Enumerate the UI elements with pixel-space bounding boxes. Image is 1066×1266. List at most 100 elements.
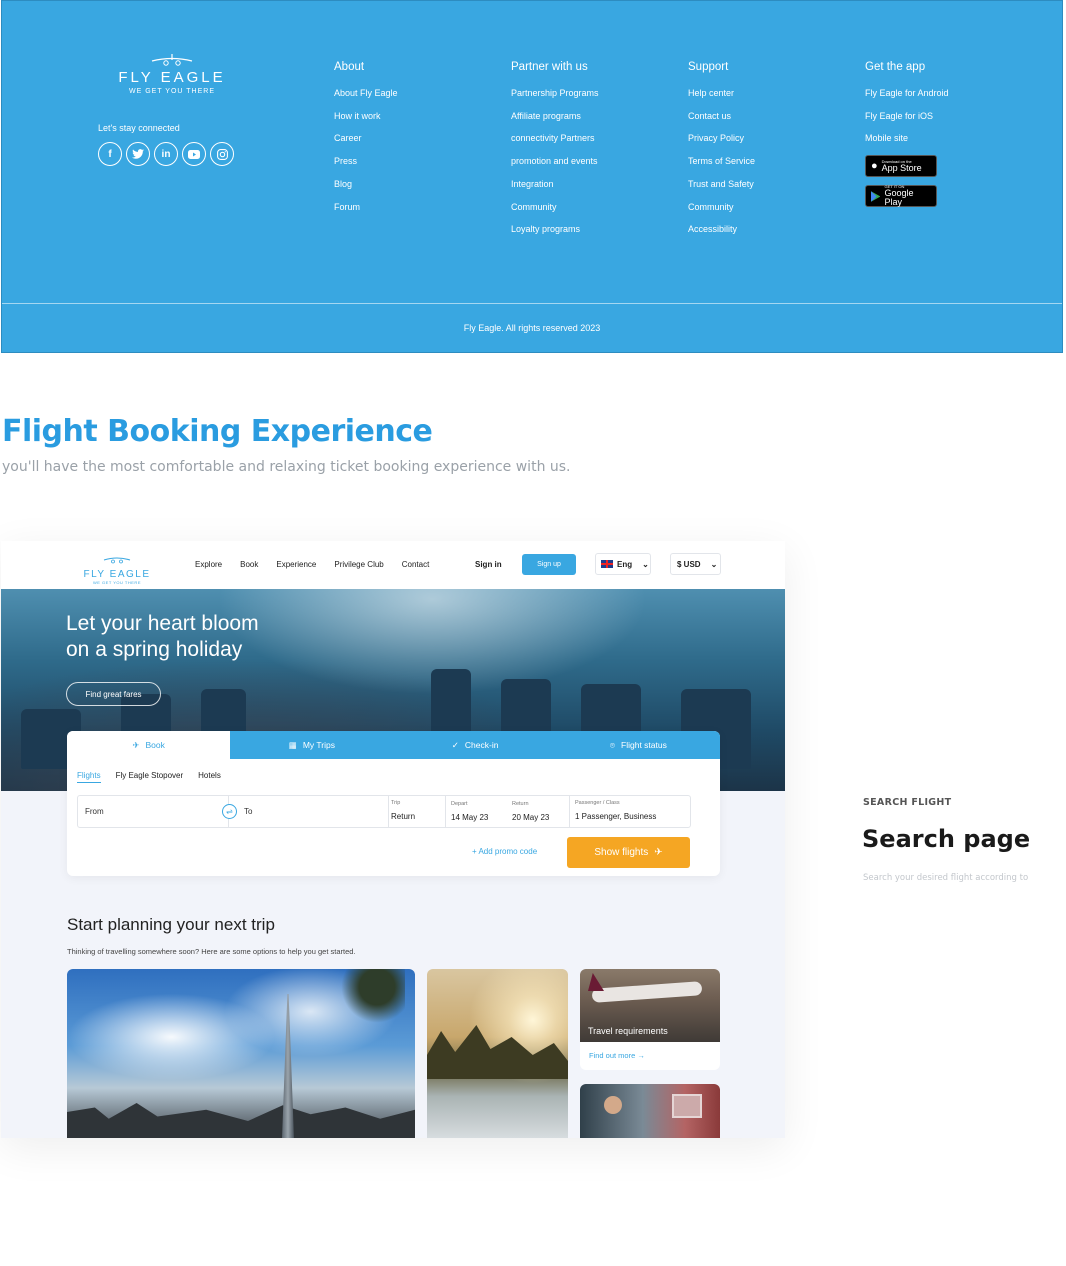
footer-link-mobile-site[interactable]: Mobile site [865, 127, 949, 150]
footer-link-android[interactable]: Fly Eagle for Android [865, 82, 949, 105]
subtab-hotels[interactable]: Hotels [198, 771, 221, 783]
date-range[interactable]: Depart 14 May 23 Return 20 May 23 [446, 796, 570, 827]
uk-flag-icon [601, 560, 613, 568]
social-links: f in [98, 142, 234, 166]
section-title: Flight Booking Experience [2, 414, 433, 449]
footer-column-support: Support Help center Contact us Privacy P… [688, 61, 755, 241]
sign-in-link[interactable]: Sign in [475, 560, 502, 569]
tab-check-in[interactable]: ✓ Check-in [393, 731, 557, 759]
footer-tagline: WE GET YOU THERE [128, 88, 215, 95]
instagram-icon[interactable] [210, 142, 234, 166]
copyright: Fly Eagle. All rights reserved 2023 [463, 323, 601, 333]
hero-title-line-2: on a spring holiday [66, 638, 243, 661]
tab-label: Book [145, 740, 165, 750]
cabin-experience-image[interactable] [580, 1084, 720, 1138]
travel-requirements-caption: Travel requirements [588, 1026, 668, 1036]
app-store-big: App Store [881, 162, 922, 173]
footer-link-press[interactable]: Press [334, 150, 398, 173]
footer-link-promotion[interactable]: promotion and events [511, 150, 599, 173]
app-store-badge[interactable]: ● Download on the App Store [865, 155, 937, 178]
search-page-title: Search page [862, 825, 1031, 853]
from-field[interactable]: From [78, 796, 229, 827]
footer-link-trust-safety[interactable]: Trust and Safety [688, 173, 755, 196]
beach-destination-image[interactable] [427, 969, 568, 1138]
footer-logo[interactable]: FLY EAGLE WE GET YOU THERE [97, 53, 247, 95]
passenger-select[interactable]: Passenger / Class 1 Passenger, Business [570, 796, 691, 827]
depart-value: 14 May 23 [451, 813, 489, 822]
footer-link-affiliate[interactable]: Affiliate programs [511, 105, 599, 128]
plane-logo-icon [103, 557, 131, 564]
google-play-badge[interactable]: GET IT ON Google Play [865, 185, 937, 208]
tab-label: Flight status [621, 740, 667, 750]
language-select[interactable]: Eng ⌄ [595, 553, 651, 575]
footer: FLY EAGLE WE GET YOU THERE Let's stay co… [1, 0, 1063, 353]
tab-label: Check-in [464, 740, 499, 750]
booking-subtabs: Flights Fly Eagle Stopover Hotels [67, 771, 720, 783]
subtab-flights[interactable]: Flights [77, 771, 101, 783]
find-out-more-link[interactable]: Find out more → [589, 1051, 645, 1060]
tab-label: My Trips [302, 740, 335, 750]
nav-privilege-club[interactable]: Privilege Club [334, 560, 383, 569]
footer-link-terms[interactable]: Terms of Service [688, 150, 755, 173]
footer-link-blog[interactable]: Blog [334, 173, 398, 196]
nav-contact[interactable]: Contact [402, 560, 430, 569]
footer-column-title: Get the app [865, 61, 926, 73]
footer-link-integration[interactable]: Integration [511, 173, 599, 196]
footer-link-accessibility[interactable]: Accessibility [688, 218, 755, 241]
hero-title-line-1: Let your heart bloom [66, 612, 259, 635]
footer-link-forum[interactable]: Forum [334, 196, 398, 219]
add-promo-code-link[interactable]: + Add promo code [472, 847, 537, 856]
chevron-down-icon: ⌄ [642, 559, 649, 569]
footer-link-about[interactable]: About Fly Eagle [334, 82, 398, 105]
footer-link-ios[interactable]: Fly Eagle for iOS [865, 105, 949, 128]
twitter-icon[interactable] [126, 142, 150, 166]
footer-divider [2, 303, 1062, 304]
footer-column-partner: Partner with us Partnership Programs Aff… [511, 61, 599, 241]
sign-up-button[interactable]: Sign up [522, 554, 576, 575]
search-fields: From ⇌ To Trip Return Depart 14 May 23 R… [77, 795, 691, 828]
find-fares-button[interactable]: Find great fares [66, 682, 161, 706]
footer-column-title: Support [688, 61, 729, 73]
currency-value: $ USD [677, 559, 701, 569]
footer-link-contact[interactable]: Contact us [688, 105, 755, 128]
mock-tagline: WE GET YOU THERE [92, 580, 141, 585]
travel-requirements-image[interactable]: Travel requirements [580, 969, 720, 1042]
tab-my-trips[interactable]: ▦ My Trips [230, 731, 394, 759]
footer-column-title: Partner with us [511, 61, 588, 73]
facebook-icon[interactable]: f [98, 142, 122, 166]
language-value: Eng [617, 559, 633, 569]
dubai-destination-image[interactable] [67, 969, 415, 1138]
footer-column-app: Get the app Fly Eagle for Android Fly Ea… [865, 61, 949, 208]
search-page-subtitle: Search your desired flight according to [863, 873, 1029, 883]
google-play-icon [871, 190, 881, 202]
nav-experience[interactable]: Experience [276, 560, 316, 569]
currency-select[interactable]: $ USD ⌄ [670, 553, 721, 575]
footer-link-how-it-work[interactable]: How it work [334, 105, 398, 128]
youtube-icon[interactable] [182, 142, 206, 166]
hero-title: Let your heart bloom on a spring holiday [66, 611, 259, 663]
footer-link-loyalty[interactable]: Loyalty programs [511, 218, 599, 241]
footer-link-connectivity[interactable]: connectivity Partners [511, 127, 599, 150]
footer-link-privacy[interactable]: Privacy Policy [688, 127, 755, 150]
footer-link-community[interactable]: Community [511, 196, 599, 219]
footer-link-partnership[interactable]: Partnership Programs [511, 82, 599, 105]
booking-widget: ✈ Book ▦ My Trips ✓ Check-in ⌾ Flight st… [67, 731, 720, 876]
trip-select[interactable]: Trip Return [389, 796, 446, 827]
footer-link-career[interactable]: Career [334, 127, 398, 150]
nav-book[interactable]: Book [240, 560, 258, 569]
to-field[interactable]: To [229, 796, 389, 827]
nav-explore[interactable]: Explore [195, 560, 222, 569]
mock-logo[interactable]: FLY EAGLE WE GET YOU THERE [81, 551, 153, 585]
footer-link-help-center[interactable]: Help center [688, 82, 755, 105]
subtab-stopover[interactable]: Fly Eagle Stopover [116, 771, 184, 783]
show-flights-button[interactable]: Show flights ✈ [567, 837, 690, 868]
google-play-big: Google Play [884, 188, 914, 208]
plan-title: Start planning your next trip [67, 915, 275, 934]
trip-value: Return [391, 812, 416, 821]
footer-link-community[interactable]: Community [688, 196, 755, 219]
linkedin-icon[interactable]: in [154, 142, 178, 166]
check-circle-icon: ✓ [451, 739, 459, 750]
search-flight-eyebrow: SEARCH FLIGHT [863, 797, 952, 808]
tab-book[interactable]: ✈ Book [67, 731, 231, 759]
tab-flight-status[interactable]: ⌾ Flight status [556, 731, 720, 759]
